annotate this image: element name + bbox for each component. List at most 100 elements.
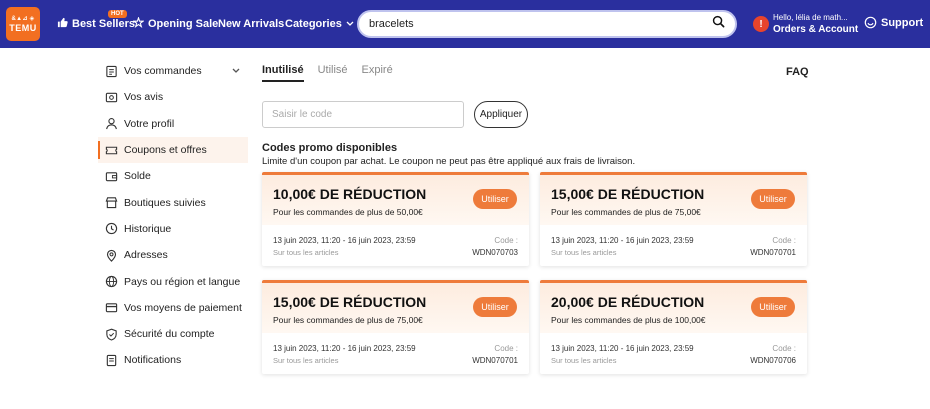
clock-icon (104, 222, 118, 236)
coupon-validity: 13 juin 2023, 11:20 - 16 juin 2023, 23:5… (273, 236, 416, 245)
coupon-code-label: Code : (772, 236, 796, 245)
coupon-condition: Pour les commandes de plus de 75,00€ (551, 207, 701, 217)
star-icon (132, 16, 145, 31)
coupon-card: 20,00€ DE RÉDUCTION Pour les commandes d… (540, 280, 807, 374)
account-label: Orders & Account (773, 24, 859, 35)
coupon-amount: 10,00€ DE RÉDUCTION (273, 186, 427, 202)
coupon-amount: 15,00€ DE RÉDUCTION (273, 294, 427, 310)
sidebar-item-label: Vos moyens de paiement (124, 301, 242, 314)
promo-section-title: Codes promo disponibles (262, 142, 398, 154)
nav-categories-label: Categories (285, 18, 342, 30)
coupon-card: 10,00€ DE RÉDUCTION Pour les commandes d… (262, 172, 529, 266)
coupon-code-label: Code : (494, 344, 518, 353)
sidebar-item-addresses[interactable]: Adresses (98, 242, 248, 268)
coupon-condition: Pour les commandes de plus de 100,00€ (551, 315, 706, 325)
nav-best-sellers-label: Best Sellers (72, 18, 135, 30)
chevron-down-icon[interactable] (232, 66, 240, 76)
tab-expired[interactable]: Expiré (362, 64, 393, 82)
temu-logo[interactable]: &▲⊿ ◈ TEMU (6, 7, 40, 41)
sidebar-item-followed-stores[interactable]: Boutiques suivies (98, 189, 248, 215)
support-icon (864, 16, 877, 29)
use-coupon-button[interactable]: Utiliser (473, 189, 517, 209)
coupon-condition: Pour les commandes de plus de 50,00€ (273, 207, 423, 217)
coupon-code-label: Code : (772, 344, 796, 353)
nav-categories[interactable]: Categories (285, 0, 358, 48)
sidebar-item-orders[interactable]: Vos commandes (98, 58, 248, 84)
sidebar-item-label: Notifications (124, 354, 182, 367)
alert-icon: ! (753, 16, 769, 32)
sidebar-item-account-security[interactable]: Sécurité du compte (98, 321, 248, 347)
sidebar-item-profile[interactable]: Votre profil (98, 111, 248, 137)
sidebar-item-notifications[interactable]: Notifications (98, 347, 248, 373)
search-button[interactable] (704, 14, 732, 34)
coupon-code-input[interactable] (262, 101, 464, 128)
sidebar-item-label: Adresses (124, 249, 168, 262)
use-coupon-button[interactable]: Utiliser (751, 189, 795, 209)
sidebar-item-label: Vos avis (124, 91, 164, 104)
coupon-scope: Sur tous les articles (273, 356, 339, 365)
sidebar-item-label: Boutiques suivies (124, 196, 206, 209)
reviews-icon (104, 90, 118, 104)
sidebar-item-country-language[interactable]: Pays ou région et langue (98, 268, 248, 294)
nav-opening-sale[interactable]: Opening Sale (132, 0, 219, 48)
coupon-code-label: Code : (494, 236, 518, 245)
nav-new-arrivals[interactable]: New Arrivals (218, 0, 284, 48)
search-input[interactable] (369, 18, 689, 30)
account-sidebar: Vos commandes Vos avis Votre profil Coup… (98, 58, 248, 374)
hot-badge: HOT (108, 10, 127, 18)
top-navigation-bar: &▲⊿ ◈ TEMU Best Sellers HOT Opening Sale… (0, 0, 930, 48)
bell-icon (104, 353, 118, 367)
coupon-card: 15,00€ DE RÉDUCTION Pour les commandes d… (262, 280, 529, 374)
coupon-icon (104, 143, 118, 157)
profile-icon (104, 117, 118, 131)
promo-note: Limite d'un coupon par achat. Le coupon … (262, 156, 636, 167)
sidebar-item-label: Pays ou région et langue (124, 275, 241, 288)
sidebar-item-label: Votre profil (124, 117, 175, 130)
coupon-scope: Sur tous les articles (551, 356, 617, 365)
apply-button[interactable]: Appliquer (474, 101, 528, 128)
faq-link[interactable]: FAQ (786, 66, 809, 78)
coupon-condition: Pour les commandes de plus de 75,00€ (273, 315, 423, 325)
globe-icon (104, 275, 118, 289)
tab-used[interactable]: Utilisé (318, 64, 348, 82)
coupon-validity: 13 juin 2023, 11:20 - 16 juin 2023, 23:5… (273, 344, 416, 353)
store-icon (104, 196, 118, 210)
sidebar-item-history[interactable]: Historique (98, 216, 248, 242)
account-menu[interactable]: ! Hello, lélia de math... Orders & Accou… (753, 12, 858, 36)
sidebar-item-label: Sécurité du compte (124, 328, 215, 341)
wallet-icon (104, 169, 118, 183)
account-greeting: Hello, lélia de math... (773, 13, 848, 22)
coupon-code: WDN070706 (750, 356, 796, 365)
coupon-amount: 15,00€ DE RÉDUCTION (551, 186, 705, 202)
tab-unused[interactable]: Inutilisé (262, 64, 304, 82)
coupon-validity: 13 juin 2023, 11:20 - 16 juin 2023, 23:5… (551, 344, 694, 353)
sidebar-item-label: Historique (124, 222, 172, 235)
coupon-amount: 20,00€ DE RÉDUCTION (551, 294, 705, 310)
sidebar-item-reviews[interactable]: Vos avis (98, 84, 248, 110)
search-bar (357, 10, 737, 38)
nav-best-sellers[interactable]: Best Sellers (57, 0, 135, 48)
coupon-scope: Sur tous les articles (273, 248, 339, 257)
support-label: Support (881, 16, 924, 29)
nav-new-arrivals-label: New Arrivals (218, 18, 285, 30)
shield-icon (104, 327, 118, 341)
search-icon (712, 15, 725, 33)
support-link[interactable]: Support (864, 16, 923, 29)
sidebar-item-label: Vos commandes (124, 65, 202, 78)
nav-opening-sale-label: Opening Sale (148, 18, 219, 30)
coupon-code: WDN070701 (750, 248, 796, 257)
use-coupon-button[interactable]: Utiliser (751, 297, 795, 317)
chevron-down-icon (346, 18, 354, 30)
location-icon (104, 248, 118, 262)
coupon-code: WDN070701 (472, 356, 518, 365)
coupon-code: WDN070703 (472, 248, 518, 257)
thumbs-up-icon (57, 17, 68, 31)
orders-icon (104, 64, 118, 78)
sidebar-item-coupons[interactable]: Coupons et offres (98, 136, 248, 164)
use-coupon-button[interactable]: Utiliser (473, 297, 517, 317)
sidebar-item-payment-methods[interactable]: Vos moyens de paiement (98, 295, 248, 321)
coupon-status-tabs: Inutilisé Utilisé Expiré (262, 64, 407, 82)
sidebar-item-balance[interactable]: Solde (98, 163, 248, 189)
logo-wordmark: TEMU (9, 23, 37, 33)
coupon-scope: Sur tous les articles (551, 248, 617, 257)
